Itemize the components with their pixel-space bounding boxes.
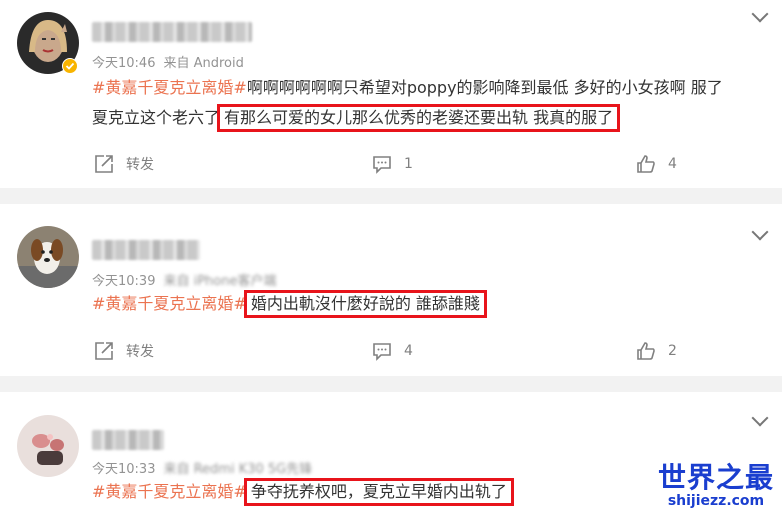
comment-meta: 今天10:33 来自 Redmi K30 5G先锋 (92, 458, 312, 477)
chevron-down-icon[interactable] (751, 223, 769, 241)
comment-time: 今天10:46 (92, 56, 156, 71)
like-count: 4 (668, 156, 677, 172)
chevron-down-icon[interactable] (751, 5, 769, 23)
like-count: 2 (668, 343, 677, 359)
comment-meta: 今天10:39 来自 iPhone客户端 (92, 270, 276, 289)
comment-text: #黄嘉千夏克立离婚# 婚内出軌沒什麼好說的 誰舔誰賤 (92, 290, 487, 318)
like-button[interactable]: 2 (636, 336, 677, 366)
highlighted-text: 争夺抚养权吧，夏克立早婚内出轨了 (243, 478, 514, 506)
verified-badge-icon (62, 58, 78, 74)
comment-source: 来自 iPhone客户端 (163, 274, 277, 289)
comment-card: 今天10:39 来自 iPhone客户端 #黄嘉千夏克立离婚# 婚内出軌沒什麼好說的… (0, 204, 782, 376)
topic-tag[interactable]: #黄嘉千夏克立离婚# (92, 482, 247, 501)
topic-tag[interactable]: #黄嘉千夏克立离婚# (92, 78, 247, 97)
like-button[interactable]: 4 (636, 149, 677, 179)
comment-source: 来自 Android (163, 56, 244, 71)
comment-time: 今天10:33 (92, 462, 156, 477)
comment-meta: 今天10:46 来自 Android (92, 52, 244, 71)
repost-icon (95, 155, 113, 173)
watermark-url: shijiezz.com (667, 493, 765, 509)
repost-button[interactable]: 转发 (94, 336, 154, 366)
chevron-down-icon[interactable] (751, 409, 769, 427)
comment-source: 来自 Redmi K30 5G先锋 (163, 462, 313, 477)
highlighted-text: 有那么可爱的女儿那么优秀的老婆还要出轨 我真的服了 (217, 104, 621, 132)
comment-text: #黄嘉千夏克立离婚#啊啊啊啊啊啊只希望对poppy的影响降到最低 多好的小女孩啊… (92, 74, 723, 102)
watermark-title: 世界之最 (657, 461, 774, 494)
repost-icon (95, 342, 113, 360)
comment-time: 今天10:39 (92, 274, 156, 289)
topic-tag[interactable]: #黄嘉千夏克立离婚# (92, 294, 247, 313)
action-bar: 转发 4 2 (0, 336, 782, 366)
comment-text: #黄嘉千夏克立离婚# 争夺抚养权吧，夏克立早婚内出轨了 (92, 478, 514, 506)
username-blurred[interactable] (92, 430, 164, 450)
comment-count: 4 (404, 343, 413, 359)
comment-count: 1 (404, 156, 413, 172)
repost-label: 转发 (126, 157, 154, 173)
comment-text-line2: 夏克立这个老六了 有那么可爱的女儿那么优秀的老婆还要出轨 我真的服了 (92, 104, 621, 132)
username-blurred[interactable] (92, 240, 200, 260)
comment-button[interactable]: 1 (372, 149, 413, 179)
username-blurred[interactable] (92, 22, 252, 42)
comment-text-line1: 啊啊啊啊啊啊只希望对poppy的影响降到最低 多好的小女孩啊 服了 (246, 78, 723, 97)
action-bar: 转发 1 4 (0, 149, 782, 179)
avatar[interactable] (17, 226, 79, 288)
comment-icon (373, 156, 391, 174)
comment-icon (373, 343, 391, 361)
comment-text-prefix: 夏克立这个老六了 (92, 108, 221, 127)
repost-button[interactable]: 转发 (94, 149, 154, 179)
watermark-logo: 世界之最 shijiezz.com (657, 461, 774, 510)
highlighted-text: 婚内出軌沒什麼好說的 誰舔誰賤 (243, 290, 487, 318)
comment-button[interactable]: 4 (372, 336, 413, 366)
repost-label: 转发 (126, 344, 154, 360)
like-icon (637, 155, 655, 173)
like-icon (637, 342, 655, 360)
avatar[interactable] (17, 415, 79, 477)
comment-card: 今天10:46 来自 Android #黄嘉千夏克立离婚#啊啊啊啊啊啊只希望对po… (0, 0, 782, 188)
